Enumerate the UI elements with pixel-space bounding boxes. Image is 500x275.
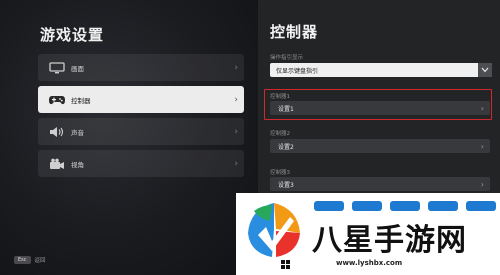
sidebar-item-camera[interactable]: 视角 › bbox=[38, 150, 244, 177]
controller3-select[interactable]: 设置3 › bbox=[270, 177, 490, 191]
hint-display-value: 仅显示键盘指引 bbox=[276, 67, 319, 75]
speaker-icon bbox=[46, 124, 68, 140]
back-button[interactable]: Esc 返回 bbox=[14, 256, 46, 264]
sidebar-item-label: 视角 bbox=[71, 160, 84, 169]
hint-display-dropdown[interactable]: 仅显示键盘指引 bbox=[270, 63, 492, 77]
highlight-box bbox=[264, 89, 492, 120]
watermark-title: 八星手游网 bbox=[312, 223, 467, 258]
chevron-right-icon: › bbox=[480, 141, 484, 151]
chevron-right-icon: › bbox=[234, 126, 238, 137]
controller3-value: 设置3 bbox=[278, 181, 294, 189]
sidebar-item-label: 控制器 bbox=[71, 96, 91, 105]
watermark-url: www.lyshbx.com bbox=[336, 259, 403, 267]
sidebar-item-controller[interactable]: 控制器 › bbox=[38, 86, 244, 113]
chevron-right-icon: › bbox=[480, 179, 484, 189]
controller2-select[interactable]: 设置2 › bbox=[270, 139, 490, 153]
chevron-right-icon: › bbox=[234, 62, 238, 73]
watermark-bars bbox=[314, 201, 496, 211]
chevron-right-icon: › bbox=[234, 94, 238, 105]
controller3-label: 控制器3 bbox=[270, 170, 290, 176]
controller2-value: 设置2 bbox=[278, 143, 294, 151]
sidebar-item-label: 声音 bbox=[71, 128, 84, 137]
monitor-icon bbox=[46, 60, 68, 76]
chevron-down-icon bbox=[478, 63, 492, 77]
panel-title: 控制器 bbox=[270, 23, 319, 41]
sidebar-item-display[interactable]: 画面 › bbox=[38, 54, 244, 81]
sidebar-item-label: 画面 bbox=[71, 64, 84, 73]
esc-key-badge: Esc bbox=[14, 256, 31, 264]
site-logo-icon bbox=[248, 203, 300, 257]
camera-icon bbox=[46, 156, 68, 172]
back-label: 返回 bbox=[34, 258, 46, 264]
sidebar-item-sound[interactable]: 声音 › bbox=[38, 118, 244, 145]
site-watermark: 八星手游网 www.lyshbx.com bbox=[236, 193, 500, 275]
windows-icon bbox=[281, 260, 290, 269]
gamepad-icon bbox=[46, 92, 68, 108]
controller2-label: 控制器2 bbox=[270, 131, 290, 137]
page-title: 游戏设置 bbox=[40, 26, 105, 44]
chevron-right-icon: › bbox=[234, 158, 238, 169]
hint-display-label: 操作指引显示 bbox=[270, 55, 304, 61]
